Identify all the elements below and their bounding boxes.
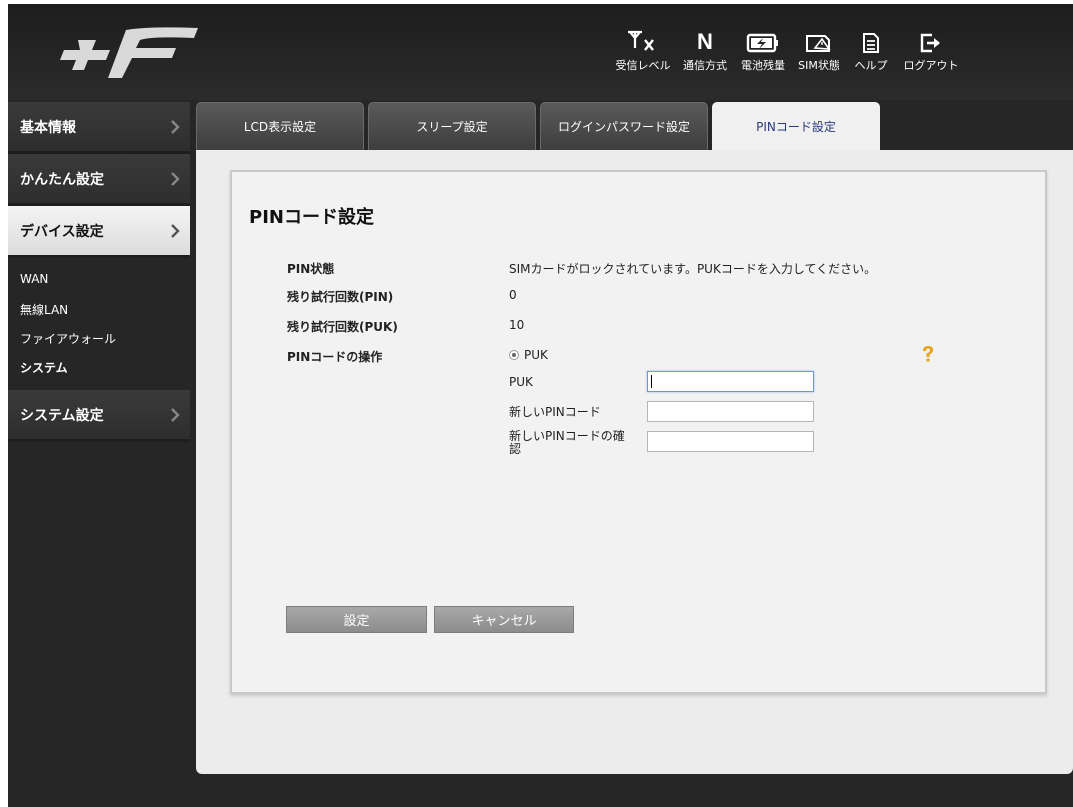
sidebar-item-label: システム設定 <box>20 407 104 424</box>
sidebar-item-label: かんたん設定 <box>20 171 104 188</box>
radio-selected-icon[interactable] <box>509 350 519 360</box>
puk-input[interactable] <box>647 371 814 392</box>
tab-pin-code[interactable]: PINコード設定 <box>712 102 880 150</box>
logout-icon <box>920 33 940 53</box>
pin-status-value: SIMカードがロックされています。PUKコードを入力してください。 <box>509 262 877 276</box>
tab-login-password[interactable]: ログインパスワード設定 <box>540 102 708 150</box>
sidebar-item-label: 基本情報 <box>20 119 76 136</box>
help-document-icon <box>863 33 879 53</box>
tab-lcd-display[interactable]: LCD表示設定 <box>196 102 364 150</box>
pin-settings-panel: PINコード設定 PIN状態 SIMカードがロックされています。PUKコードを入… <box>230 170 1047 694</box>
puk-radio-label: PUK <box>524 348 548 362</box>
signal-level-indicator[interactable]: 受信レベル <box>608 26 678 73</box>
logout-label: ログアウト <box>903 59 959 72</box>
sidebar-item-quick-setup[interactable]: かんたん設定 <box>8 154 190 206</box>
pin-retries-value: 0 <box>509 288 517 302</box>
chevron-right-icon <box>171 171 180 186</box>
new-pin-input[interactable] <box>647 401 814 422</box>
pin-status-label: PIN状態 <box>287 262 335 276</box>
plus-f-logo <box>60 27 198 78</box>
confirm-pin-label-line1: 新しいPINコードの確 <box>509 429 625 443</box>
chevron-right-icon <box>171 223 180 238</box>
network-type-icon: N <box>697 29 713 54</box>
puk-radio[interactable]: PUK <box>509 348 548 362</box>
signal-no-service-icon <box>628 30 654 51</box>
puk-retries-value: 10 <box>509 318 525 332</box>
text-caret <box>651 375 652 388</box>
sidebar-item-device-settings[interactable]: デバイス設定 <box>8 206 190 258</box>
page-title: PINコード設定 <box>249 207 374 228</box>
sidebar-subitem-system[interactable]: システム <box>8 353 190 382</box>
pin-retries-label: 残り試行回数(PIN) <box>287 290 394 304</box>
sidebar-item-system-settings[interactable]: システム設定 <box>8 390 190 442</box>
help-question-icon[interactable] <box>920 345 936 363</box>
confirm-pin-input[interactable] <box>647 431 814 452</box>
pin-operation-label: PINコードの操作 <box>287 350 383 364</box>
top-header: 受信レベル N 通信方式 電池残量 SIM状態 ヘルプ ログアウト <box>8 4 1073 100</box>
puk-retries-label: 残り試行回数(PUK) <box>287 320 398 334</box>
new-pin-label: 新しいPINコード <box>509 405 601 419</box>
chevron-right-icon <box>171 119 180 134</box>
logout-button[interactable]: ログアウト <box>896 26 966 73</box>
chevron-right-icon <box>171 407 180 422</box>
confirm-pin-label-line2: 認 <box>509 442 522 456</box>
sidebar-nav: 基本情報 かんたん設定 デバイス設定 WAN 無線LAN ファイアウォール シス… <box>8 102 190 807</box>
signal-level-label: 受信レベル <box>615 59 671 72</box>
sidebar-item-label: デバイス設定 <box>20 223 104 240</box>
router-admin-window: 受信レベル N 通信方式 電池残量 SIM状態 ヘルプ ログアウト 基本情報 か… <box>8 4 1073 807</box>
confirm-pin-label: 新しいPINコードの確 認 <box>509 430 625 456</box>
sidebar-item-basic-info[interactable]: 基本情報 <box>8 102 190 154</box>
tab-sleep[interactable]: スリープ設定 <box>368 102 536 150</box>
sidebar-subitem-firewall[interactable]: ファイアウォール <box>8 324 190 353</box>
cancel-button[interactable]: キャンセル <box>434 606 574 633</box>
sim-status-icon <box>806 35 831 52</box>
device-settings-submenu: WAN 無線LAN ファイアウォール システム <box>8 258 190 390</box>
puk-field-label: PUK <box>509 375 533 389</box>
sidebar-subitem-wireless-lan[interactable]: 無線LAN <box>8 295 190 324</box>
submit-button[interactable]: 設定 <box>286 606 427 633</box>
battery-charging-icon <box>746 33 778 53</box>
sidebar-subitem-wan[interactable]: WAN <box>8 266 190 295</box>
